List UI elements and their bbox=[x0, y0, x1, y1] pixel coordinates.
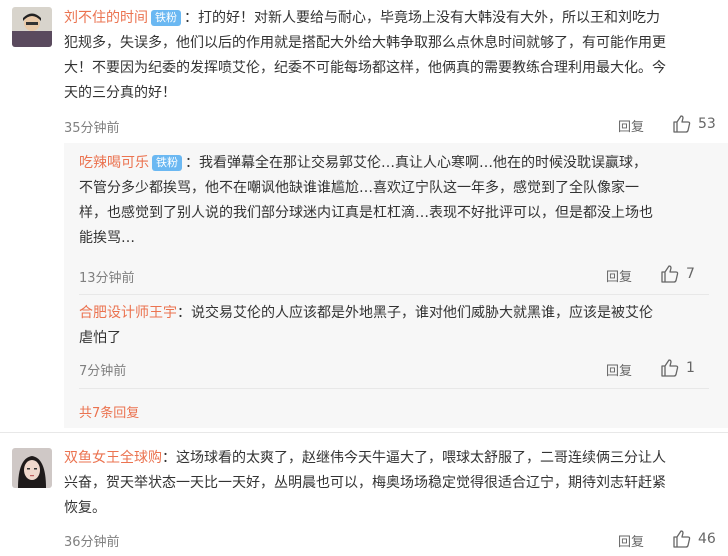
timestamp: 7分钟前 bbox=[79, 364, 127, 379]
username[interactable]: 双鱼女王全球购 bbox=[64, 450, 162, 466]
reply-line: 样，也感觉到了别人说的我们部分球迷内讧真是杠杠滴…表现不好批评可以，但是都没上场… bbox=[79, 205, 653, 221]
username[interactable]: 刘不住的时间 bbox=[64, 10, 148, 26]
reply-line: ：说交易艾伦的人应该都是外地黑子，谁对他们威胁大就黑谁，应该是被艾伦 bbox=[177, 305, 653, 321]
reply-text: 吃辣喝可乐 铁粉 ：我看弹幕全在那让交易郭艾伦…真让人心寒啊…他在的时候没耽误赢球，… bbox=[79, 151, 719, 251]
username[interactable]: 吃辣喝可乐 bbox=[79, 155, 149, 171]
reply-button[interactable]: 回复 bbox=[606, 266, 632, 285]
reply-button[interactable]: 回复 bbox=[618, 531, 644, 550]
reply-line: ：我看弹幕全在那让交易郭艾伦…真让人心寒啊…他在的时候没耽误赢球， bbox=[185, 155, 647, 171]
comment-line: ：这场球看的太爽了，赵继伟今天牛逼大了，喂球太舒服了，二哥连续俩三分让人 bbox=[162, 450, 666, 466]
username[interactable]: 合肥设计师王宇 bbox=[79, 305, 177, 321]
divider bbox=[79, 294, 709, 295]
like-button[interactable]: 1 bbox=[660, 358, 695, 378]
like-count: 46 bbox=[698, 531, 716, 547]
reply-line: 不管分多少都挨骂，他不在嘲讽他缺谁谁尴尬…喜欢辽宁队这一年多，感觉到了全队像家一 bbox=[79, 180, 639, 196]
reply-button[interactable]: 回复 bbox=[606, 360, 632, 379]
reply-button[interactable]: 回复 bbox=[618, 116, 644, 135]
comment-text: 双鱼女王全球购：这场球看的太爽了，赵继伟今天牛逼大了，喂球太舒服了，二哥连续俩三… bbox=[64, 446, 724, 521]
comment-line: ：打的好！对新人要给与耐心，毕竟场上没有大韩没有大外，所以王和刘吃力 bbox=[184, 10, 660, 26]
thumbs-up-icon bbox=[660, 358, 680, 378]
comment-line: 兴奋，贺天举状态一天比一天好，丛明晨也可以，梅奥场场稳定觉得很适合辽宁，期待刘志… bbox=[64, 475, 666, 491]
divider bbox=[0, 432, 728, 433]
divider bbox=[79, 388, 709, 389]
like-button[interactable]: 53 bbox=[672, 114, 716, 134]
thumbs-up-icon bbox=[660, 264, 680, 284]
like-button[interactable]: 46 bbox=[672, 529, 716, 549]
timestamp: 35分钟前 bbox=[64, 121, 120, 136]
avatar[interactable] bbox=[12, 7, 52, 47]
like-count: 53 bbox=[698, 116, 716, 132]
comment-line: 恢复。 bbox=[64, 500, 106, 516]
comment-line: 犯规多，失误多，他们以后的作用就是搭配大外给大韩争取那么点休息时间就够了，有可能… bbox=[64, 35, 666, 51]
thumbs-up-icon bbox=[672, 114, 692, 134]
avatar[interactable] bbox=[12, 448, 52, 488]
reply-line: 能挨骂… bbox=[79, 230, 135, 246]
replies-panel: 吃辣喝可乐 铁粉 ：我看弹幕全在那让交易郭艾伦…真让人心寒啊…他在的时候没耽误赢球，… bbox=[64, 143, 728, 428]
fan-badge[interactable]: 铁粉 bbox=[151, 10, 181, 26]
more-replies-link[interactable]: 共7条回复 bbox=[79, 402, 139, 421]
like-count: 1 bbox=[686, 360, 695, 376]
comment-line: 大！不要因为纪委的发挥喷艾伦，纪委不可能每场都这样，他俩真的需要教练合理利用最大… bbox=[64, 60, 666, 76]
reply-text: 合肥设计师王宇：说交易艾伦的人应该都是外地黑子，谁对他们威胁大就黑谁，应该是被艾… bbox=[79, 301, 719, 351]
fan-badge[interactable]: 铁粉 bbox=[152, 155, 182, 171]
like-count: 7 bbox=[686, 266, 695, 282]
timestamp: 36分钟前 bbox=[64, 535, 120, 550]
thumbs-up-icon bbox=[672, 529, 692, 549]
reply-line: 虐怕了 bbox=[79, 330, 121, 346]
comment-text: 刘不住的时间 铁粉 ：打的好！对新人要给与耐心，毕竟场上没有大韩没有大外，所以王和刘… bbox=[64, 6, 724, 106]
comment-line: 天的三分真的好！ bbox=[64, 85, 176, 101]
timestamp: 13分钟前 bbox=[79, 271, 135, 286]
like-button[interactable]: 7 bbox=[660, 264, 695, 284]
